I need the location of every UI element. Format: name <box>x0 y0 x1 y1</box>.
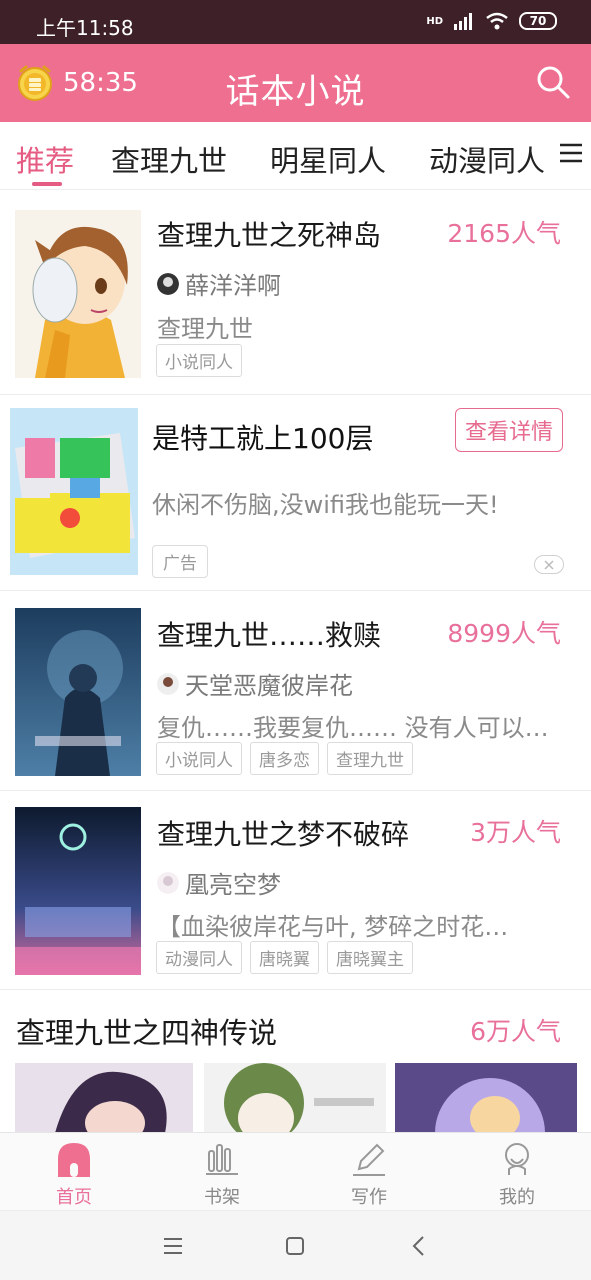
nav-bookshelf[interactable]: 书架 <box>172 1133 272 1211</box>
nav-home[interactable]: 首页 <box>24 1133 124 1211</box>
author-name: 薛洋洋啊 <box>185 272 281 300</box>
menu-icon[interactable] <box>557 138 585 168</box>
back-icon[interactable] <box>404 1233 434 1259</box>
nav-write[interactable]: 写作 <box>319 1133 419 1211</box>
view-details-button[interactable]: 查看详情 <box>455 408 563 452</box>
home-icon <box>58 1143 90 1177</box>
profile-icon <box>505 1143 529 1175</box>
status-bar: 上午11:58 HD 70 <box>0 0 591 44</box>
active-tab-indicator <box>32 182 62 186</box>
popularity-count: 2165人气 <box>447 219 561 248</box>
tag-list: 小说同人 唐多恋 查理九世 <box>156 742 413 775</box>
ad-label: 广告 <box>152 545 208 578</box>
tab-celebrity-fanfic[interactable]: 明星同人 <box>270 138 386 180</box>
book-description: 复仇……我要复仇…… 没有人可以… <box>157 714 549 742</box>
author-name: 凰亮空梦 <box>185 871 281 899</box>
tab-recommend[interactable]: 推荐 <box>16 138 74 180</box>
author-row[interactable]: 天堂恶魔彼岸花 <box>157 666 353 701</box>
ad-game-image[interactable] <box>10 408 138 575</box>
book-item[interactable]: 查理九世之死神岛 2165人气 薛洋洋啊 查理九世 小说同人 <box>0 190 591 395</box>
author-avatar <box>157 871 179 894</box>
book-description: 查理九世 <box>157 315 253 343</box>
author-row[interactable]: 薛洋洋啊 <box>157 266 281 301</box>
book-tag[interactable]: 唐晓翼 <box>250 941 319 974</box>
signal-icon <box>454 13 472 30</box>
system-navigation-bar <box>0 1210 591 1280</box>
popularity-count: 6万人气 <box>470 1017 561 1046</box>
author-avatar <box>157 272 179 295</box>
status-time: 上午11:58 <box>36 16 134 40</box>
battery-indicator: 70 <box>519 12 557 30</box>
featured-book-title[interactable]: 查理九世之四神传说 <box>16 1010 277 1052</box>
search-icon[interactable] <box>535 64 571 100</box>
book-cover[interactable] <box>15 608 141 776</box>
book-title[interactable]: 查理九世之死神岛 <box>157 214 381 254</box>
recent-apps-icon[interactable] <box>158 1233 188 1259</box>
battery-level: 70 <box>529 14 547 28</box>
author-name: 天堂恶魔彼岸花 <box>185 672 353 700</box>
gallery-image[interactable] <box>395 1063 577 1133</box>
book-title[interactable]: 查理九世之梦不破碎 <box>157 813 409 853</box>
wifi-icon <box>486 12 508 30</box>
tab-charlie-ix[interactable]: 查理九世 <box>111 138 227 180</box>
book-tag[interactable]: 小说同人 <box>156 344 242 377</box>
status-icons: HD 70 <box>426 12 557 30</box>
tab-anime-fanfic[interactable]: 动漫同人 <box>429 138 545 180</box>
book-title[interactable]: 查理九世……救赎 <box>157 614 381 654</box>
gallery-image[interactable] <box>15 1063 193 1133</box>
book-tag[interactable]: 唐晓翼主 <box>327 941 413 974</box>
tag-list: 小说同人 <box>156 344 242 377</box>
book-cover[interactable] <box>15 807 141 975</box>
network-label: HD <box>426 15 443 27</box>
ad-banner[interactable]: 是特工就上100层 查看详情 休闲不伤脑,没wifi我也能玩一天! 广告 <box>0 395 591 591</box>
category-tabs: 推荐 查理九世 明星同人 动漫同人 <box>0 122 591 190</box>
app-header: 58:35 话本小说 <box>0 44 591 122</box>
pencil-icon <box>353 1143 385 1176</box>
book-cover[interactable] <box>15 210 141 378</box>
close-ad-button[interactable] <box>534 555 564 574</box>
popularity-count: 8999人气 <box>447 619 561 648</box>
home-button-icon[interactable] <box>280 1233 310 1259</box>
tag-list: 动漫同人 唐晓翼 唐晓翼主 <box>156 941 413 974</box>
close-icon <box>544 559 554 570</box>
book-tag[interactable]: 唐多恋 <box>250 742 319 775</box>
book-description: 【血染彼岸花与叶, 梦碎之时花… <box>157 913 509 941</box>
nav-profile[interactable]: 我的 <box>467 1133 567 1211</box>
bottom-navigation: 首页 书架 写作 我的 <box>0 1132 591 1210</box>
author-row[interactable]: 凰亮空梦 <box>157 865 281 900</box>
book-item[interactable]: 查理九世……救赎 8999人气 天堂恶魔彼岸花 复仇……我要复仇…… 没有人可以… <box>0 592 591 791</box>
app-title: 话本小说 <box>225 72 366 112</box>
nav-label: 写作 <box>351 1187 387 1208</box>
book-tag[interactable]: 查理九世 <box>327 742 413 775</box>
nav-label: 书架 <box>204 1187 240 1208</box>
author-avatar <box>157 672 179 695</box>
bookshelf-icon <box>206 1144 238 1175</box>
gallery-image[interactable] <box>204 1063 386 1133</box>
ad-title[interactable]: 是特工就上100层 <box>152 417 373 457</box>
book-tag[interactable]: 动漫同人 <box>156 941 242 974</box>
nav-label: 我的 <box>499 1187 535 1208</box>
nav-label: 首页 <box>56 1187 92 1208</box>
ad-description: 休闲不伤脑,没wifi我也能玩一天! <box>152 491 499 519</box>
popularity-count: 3万人气 <box>470 818 561 847</box>
book-tag[interactable]: 小说同人 <box>156 742 242 775</box>
book-item[interactable]: 查理九世之梦不破碎 3万人气 凰亮空梦 【血染彼岸花与叶, 梦碎之时花… 动漫同… <box>0 791 591 990</box>
